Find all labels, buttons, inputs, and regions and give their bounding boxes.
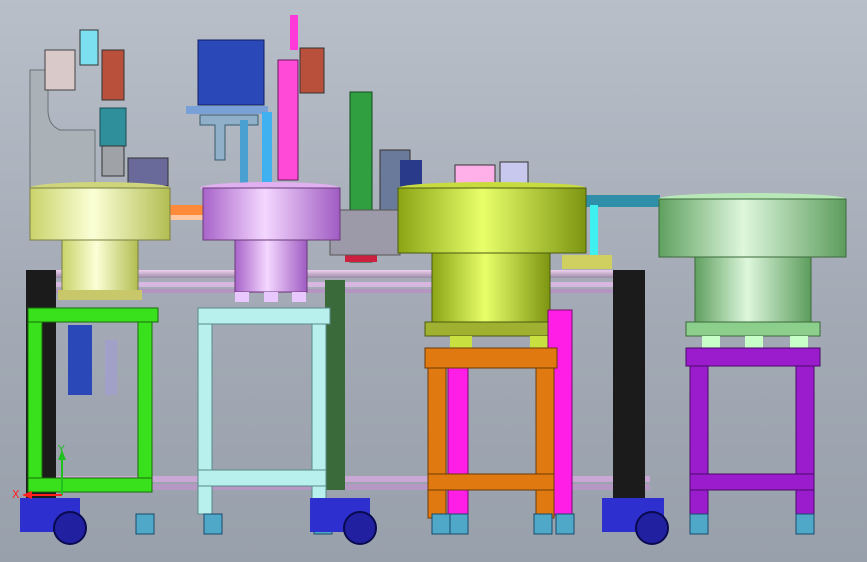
leveling-feet [135, 513, 815, 535]
stand-orange [424, 347, 558, 519]
triad-x-label: X [12, 488, 20, 501]
stand-cyan [197, 307, 331, 515]
triad-y-label: Y [57, 443, 65, 456]
c-frame-press [29, 29, 169, 191]
motor-block [186, 15, 325, 202]
assembly-model[interactable]: Y X [0, 0, 867, 562]
stand-purple [685, 347, 821, 517]
bowl-feeder-4 [658, 193, 847, 348]
cad-viewport[interactable]: Y X [0, 0, 867, 562]
